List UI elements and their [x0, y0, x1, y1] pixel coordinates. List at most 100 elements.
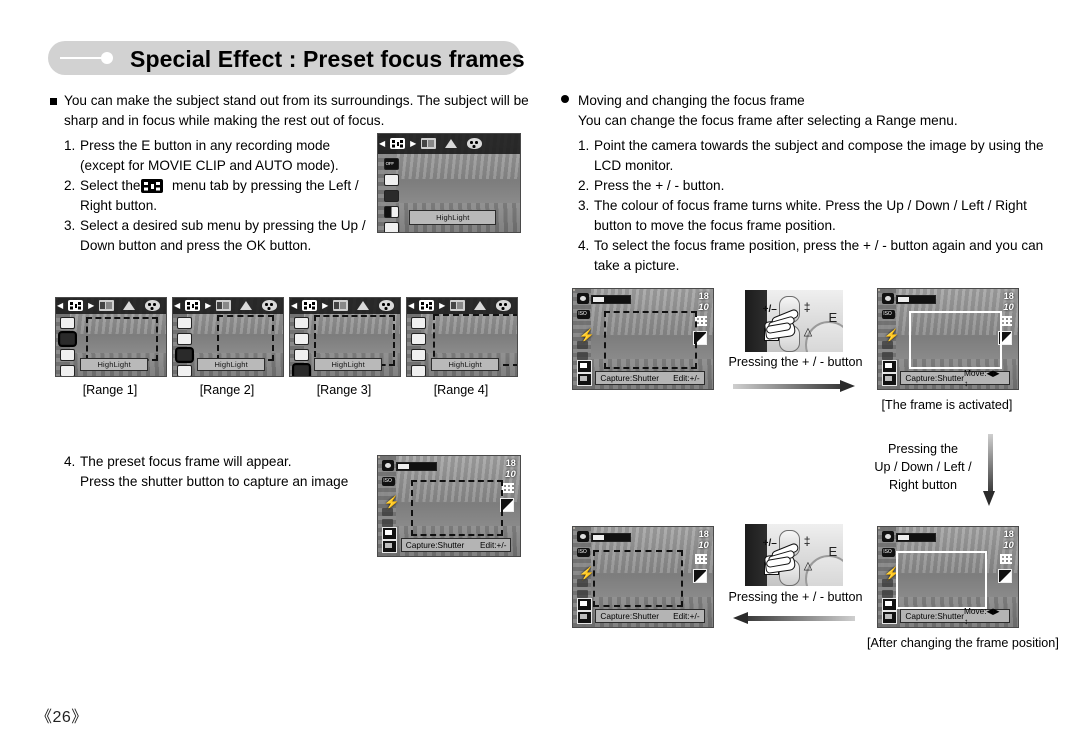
right-step4-line1: To select the focus frame position, pres…	[594, 238, 1044, 253]
flow-arrow-down	[983, 434, 995, 506]
menu-tab-image-icon[interactable]	[99, 300, 115, 312]
menu-right-arrow-icon[interactable]: ▶	[410, 139, 416, 148]
menu-tab-effect-icon[interactable]	[68, 300, 84, 312]
resolution-indicator: 10	[505, 469, 516, 480]
menu-tab-mountain-icon[interactable]	[473, 300, 488, 311]
menu-left-arrow-icon[interactable]: ◀	[174, 301, 180, 310]
page-number: 《26》	[36, 709, 88, 726]
submenu-off-item[interactable]	[383, 157, 399, 170]
submenu-item-2[interactable]	[383, 173, 399, 186]
submenu-item-4[interactable]	[383, 205, 399, 218]
record-mode-icon	[577, 531, 590, 542]
shots-remaining: 18	[698, 529, 709, 539]
print-icon: △	[803, 325, 813, 338]
right-step3-num: 3.	[578, 198, 590, 213]
lcd-flow-after-dashed: 18 10 ⚡ Capture:Shutter Edit:+/-	[572, 526, 714, 628]
effect-menu-tab-icon	[141, 179, 163, 193]
submenu-item-5[interactable]	[383, 221, 399, 232]
lcd-hint-bar: Capture:Shutter Move:◀▶ ↕	[900, 606, 1010, 626]
press-direction-line1: Pressing the	[887, 442, 958, 456]
quality-icon	[695, 554, 708, 564]
camera-back-plus-minus-bottom: +/– ‡ △ E	[745, 524, 843, 586]
menu-tab-mountain-icon[interactable]	[356, 300, 371, 311]
iso-icon	[882, 310, 896, 319]
focus-frame-range-1	[85, 316, 158, 362]
left-intro-line2: sharp and in focus while making the rest…	[64, 113, 385, 128]
iso-icon	[882, 548, 896, 557]
battery-icon	[396, 461, 437, 471]
menu-tab-palette-icon[interactable]	[262, 300, 278, 312]
menu-tab-effect-icon[interactable]	[390, 138, 406, 150]
highlight-label: HighLight	[409, 210, 497, 226]
shots-remaining: 18	[505, 458, 516, 468]
press-direction-line3: Right button	[889, 478, 957, 492]
range-1-caption: [Range 1]	[82, 383, 138, 397]
focus-frame-dashed-moved	[592, 550, 684, 607]
menu-tab-image-icon[interactable]	[450, 300, 466, 312]
menu-left-arrow-icon[interactable]: ◀	[57, 301, 63, 310]
menu-tab-image-icon[interactable]	[421, 138, 437, 150]
right-step1-num: 1.	[578, 138, 590, 153]
hint-edit-label: Edit:+/-	[479, 540, 507, 550]
menu-left-arrow-icon[interactable]: ◀	[408, 301, 414, 310]
left-intro-line1: You can make the subject stand out from …	[64, 93, 529, 108]
menu-right-arrow-icon[interactable]: ▶	[205, 301, 211, 310]
left-step2-line1-pre: Select the	[80, 178, 141, 193]
menu-tab-palette-icon[interactable]	[467, 138, 483, 150]
hint-capture-label: Capture:Shutter	[600, 373, 659, 383]
card-icon	[577, 373, 593, 386]
menu-tab-effect-icon[interactable]	[185, 300, 201, 312]
display-icon	[577, 598, 593, 611]
display-icon	[577, 360, 593, 373]
trash-icon: ‡	[803, 299, 811, 314]
metering-icon	[693, 569, 708, 583]
menu-right-arrow-icon[interactable]: ▶	[88, 301, 94, 310]
highlight-label: HighLight	[197, 358, 266, 371]
menu-tab-mountain-icon[interactable]	[122, 300, 137, 311]
left-step2-line1-post: menu tab by pressing the Left /	[172, 178, 359, 193]
menu-right-arrow-icon[interactable]: ▶	[322, 301, 328, 310]
quality-icon	[1000, 554, 1013, 564]
print-icon: △	[803, 559, 813, 572]
hint-move-label: Move:◀▶ ↕	[963, 368, 1000, 388]
menu-tab-mountain-icon[interactable]	[444, 138, 459, 149]
right-intro-bullet-icon	[561, 95, 569, 103]
right-step2-num: 2.	[578, 178, 590, 193]
lcd-flow-before: 18 10 ⚡ Capture:Shutter Edit:+/-	[572, 288, 714, 390]
left-step1-num: 1.	[64, 138, 76, 153]
lcd-hint-bar: Capture:Shutter Edit:+/-	[595, 609, 705, 623]
after-change-caption: [After changing the frame position]	[867, 636, 1059, 650]
menu-tab-image-icon[interactable]	[216, 300, 232, 312]
camera-back-plus-minus-top: +/– ‡ △ E	[745, 290, 843, 352]
menu-tab-effect-icon[interactable]	[302, 300, 318, 312]
lcd-hint-bar: Capture:Shutter Edit:+/-	[595, 371, 705, 385]
highlight-label: HighLight	[314, 358, 383, 371]
card-icon	[577, 611, 593, 624]
lcd-capture-step4: 18 10 ⚡ Capture:Shutter Edit:+/-	[377, 455, 521, 557]
menu-tab-palette-icon[interactable]	[145, 300, 161, 312]
menu-left-arrow-icon[interactable]: ◀	[291, 301, 297, 310]
pointing-hand-icon	[763, 307, 800, 341]
left-step1-line1: Press the E button in any recording mode	[80, 138, 331, 153]
menu-tab-effect-icon[interactable]	[419, 300, 435, 312]
left-step1-line2: (except for MOVIE CLIP and AUTO mode).	[80, 158, 339, 173]
right-step3-line2: button to move the focus frame position.	[594, 218, 836, 233]
menu-right-arrow-icon[interactable]: ▶	[439, 301, 445, 310]
resolution-indicator: 10	[1003, 540, 1014, 551]
menu-tab-palette-icon[interactable]	[496, 300, 512, 312]
press-plus-minus-label-top: Pressing the + / - button	[728, 355, 863, 369]
menu-tab-image-icon[interactable]	[333, 300, 349, 312]
quality-icon	[502, 483, 515, 493]
e-button-label: E	[828, 544, 838, 560]
menu-left-arrow-icon[interactable]: ◀	[379, 139, 385, 148]
menu-tab-palette-icon[interactable]	[379, 300, 395, 312]
record-mode-icon	[882, 293, 895, 304]
lcd-hint-bar: Capture:Shutter Move:◀▶ ↕	[900, 368, 1010, 388]
card-icon	[882, 611, 898, 624]
hint-edit-label: Edit:+/-	[673, 373, 700, 383]
menu-tab-mountain-icon[interactable]	[239, 300, 254, 311]
lcd-effect-menu: ◀ ▶ HighLight	[377, 133, 521, 233]
submenu-item-3[interactable]	[383, 189, 399, 202]
press-plus-minus-label-bottom: Pressing the + / - button	[728, 590, 863, 604]
resolution-indicator: 10	[698, 302, 709, 313]
